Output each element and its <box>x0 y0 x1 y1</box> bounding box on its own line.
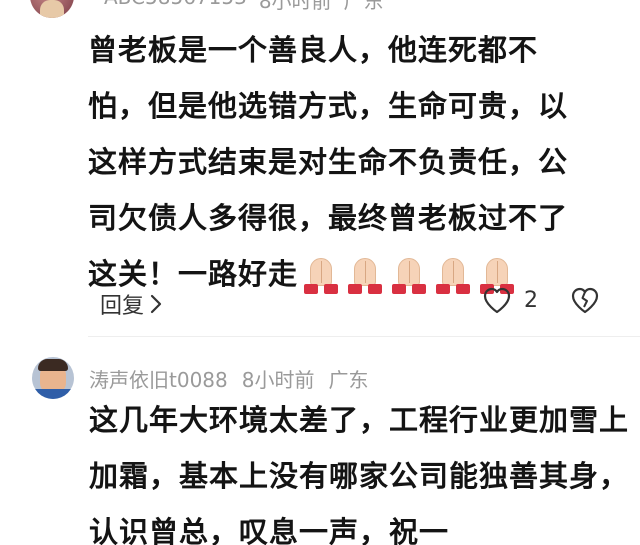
broken-heart-icon <box>571 287 599 314</box>
username[interactable]: ABC58567153 <box>104 0 247 14</box>
comment-text: 曾老板是一个善良人，他连死都不怕，但是他选错方式，生命可贵，以这样方式结束是对生… <box>88 22 588 302</box>
comment-text-content: 这几年大环境太差了，工程行业更加雪上加霜，基本上没有哪家公司能独善其身，认识曾总… <box>89 403 630 545</box>
location: 广东 <box>328 368 369 392</box>
username[interactable]: 涛声依旧t0088 <box>89 364 228 393</box>
like-button[interactable]: 2 <box>482 286 538 314</box>
avatar[interactable] <box>32 357 74 399</box>
comment-text: 这几年大环境太差了，工程行业更加雪上加霜，基本上没有哪家公司能独善其身，认识曾总… <box>89 392 629 545</box>
reply-label: 回复 <box>100 294 145 319</box>
reply-button[interactable]: 回复 <box>100 288 162 320</box>
dislike-button[interactable] <box>570 286 600 318</box>
like-count: 2 <box>524 287 538 313</box>
divider <box>88 336 640 337</box>
timestamp: 8小时前 <box>241 368 315 392</box>
timestamp: 8小时前 <box>258 0 332 13</box>
comment-text-content: 曾老板是一个善良人，他连死都不怕，但是他选错方式，生命可贵，以这样方式结束是对生… <box>88 33 569 291</box>
comment-header: ABC58567153 8小时前 广东 <box>30 0 384 18</box>
location: 广东 <box>343 0 384 13</box>
comment-meta: 涛声依旧t0088 8小时前 广东 <box>89 364 368 393</box>
chevron-right-icon <box>150 294 162 314</box>
comment-meta: ABC58567153 8小时前 广东 <box>104 0 384 14</box>
heart-icon <box>483 287 511 314</box>
avatar[interactable] <box>30 0 74 18</box>
comment-actions: 回复 2 <box>88 282 608 326</box>
